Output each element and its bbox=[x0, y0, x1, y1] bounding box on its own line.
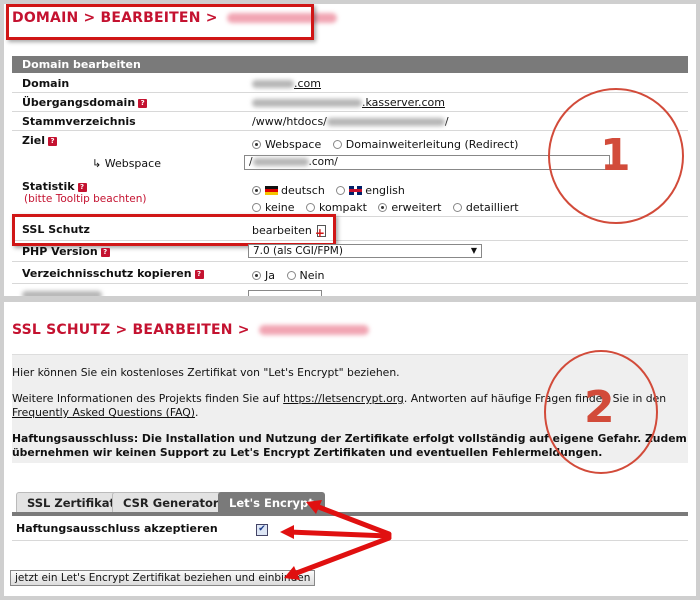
cut-off-label bbox=[22, 291, 102, 296]
arrow-to-checkbox bbox=[286, 529, 392, 539]
row-verzeichnisschutz: Verzeichnisschutz kopieren? Ja Nein bbox=[12, 263, 688, 284]
radio-redirect[interactable]: Domainweiterleitung (Redirect) bbox=[332, 138, 518, 151]
row-php-version: PHP Version? 7.0 (als CGI/FPM) ▼ bbox=[12, 242, 688, 262]
php-version-select[interactable]: 7.0 (als CGI/FPM) ▼ bbox=[248, 244, 482, 258]
radio-icon[interactable] bbox=[332, 140, 342, 149]
arrow-to-tab bbox=[313, 503, 392, 537]
radio-icon[interactable] bbox=[252, 140, 261, 149]
arrowhead-2 bbox=[280, 525, 294, 539]
redacted-value bbox=[252, 99, 362, 107]
radio-webspace[interactable]: Webspace bbox=[252, 138, 321, 151]
uk-flag-icon bbox=[349, 186, 363, 195]
tooltip-icon[interactable]: ? bbox=[100, 247, 110, 257]
radio-detailliert[interactable]: detailliert bbox=[452, 201, 519, 214]
radio-icon[interactable] bbox=[252, 203, 261, 212]
row-cut-off bbox=[12, 285, 688, 296]
radio-nein[interactable]: Nein bbox=[286, 269, 325, 282]
redacted-value bbox=[252, 80, 294, 88]
cut-off-select[interactable] bbox=[248, 290, 322, 296]
tooltip-icon[interactable]: ? bbox=[47, 136, 57, 146]
redacted-value bbox=[252, 158, 309, 166]
radio-ja[interactable]: Ja bbox=[252, 269, 275, 282]
breadcrumb-highlight bbox=[6, 4, 314, 40]
arrow-to-button bbox=[291, 535, 392, 577]
domain-link[interactable]: .com bbox=[294, 77, 321, 90]
section-header: Domain bearbeiten bbox=[12, 56, 688, 73]
domain-edit-panel: DOMAIN > BEARBEITEN > Domain bearbeiten … bbox=[4, 4, 696, 296]
annotation-arrows bbox=[280, 500, 392, 580]
radio-icon[interactable] bbox=[252, 186, 261, 195]
radio-keine[interactable]: keine bbox=[252, 201, 295, 214]
dropdown-arrow-icon: ▼ bbox=[470, 246, 477, 255]
transfer-domain-link[interactable]: .kasserver.com bbox=[362, 96, 445, 109]
radio-lang-en[interactable]: english bbox=[336, 184, 405, 197]
radio-icon[interactable] bbox=[306, 203, 316, 212]
annotation-number-1: 1 bbox=[600, 130, 631, 181]
radio-icon[interactable] bbox=[286, 271, 296, 280]
radio-erweitert[interactable]: erweitert bbox=[378, 201, 441, 214]
radio-icon[interactable] bbox=[378, 203, 388, 212]
tooltip-icon[interactable]: ? bbox=[194, 269, 204, 279]
radio-icon[interactable] bbox=[452, 203, 462, 212]
radio-icon[interactable] bbox=[336, 186, 346, 195]
row-domain: Domain .com bbox=[12, 74, 688, 93]
tooltip-icon[interactable]: ? bbox=[138, 98, 148, 108]
ssl-edit-panel: SSL SCHUTZ > BEARBEITEN > Hier können Si… bbox=[4, 302, 696, 596]
radio-kompakt[interactable]: kompakt bbox=[306, 201, 367, 214]
redacted-value bbox=[326, 118, 445, 126]
radio-lang-de[interactable]: deutsch bbox=[252, 184, 325, 197]
arrows-group bbox=[286, 503, 392, 577]
radio-icon[interactable] bbox=[252, 271, 261, 280]
german-flag-icon bbox=[265, 186, 278, 195]
tooltip-icon[interactable]: ? bbox=[77, 182, 87, 192]
